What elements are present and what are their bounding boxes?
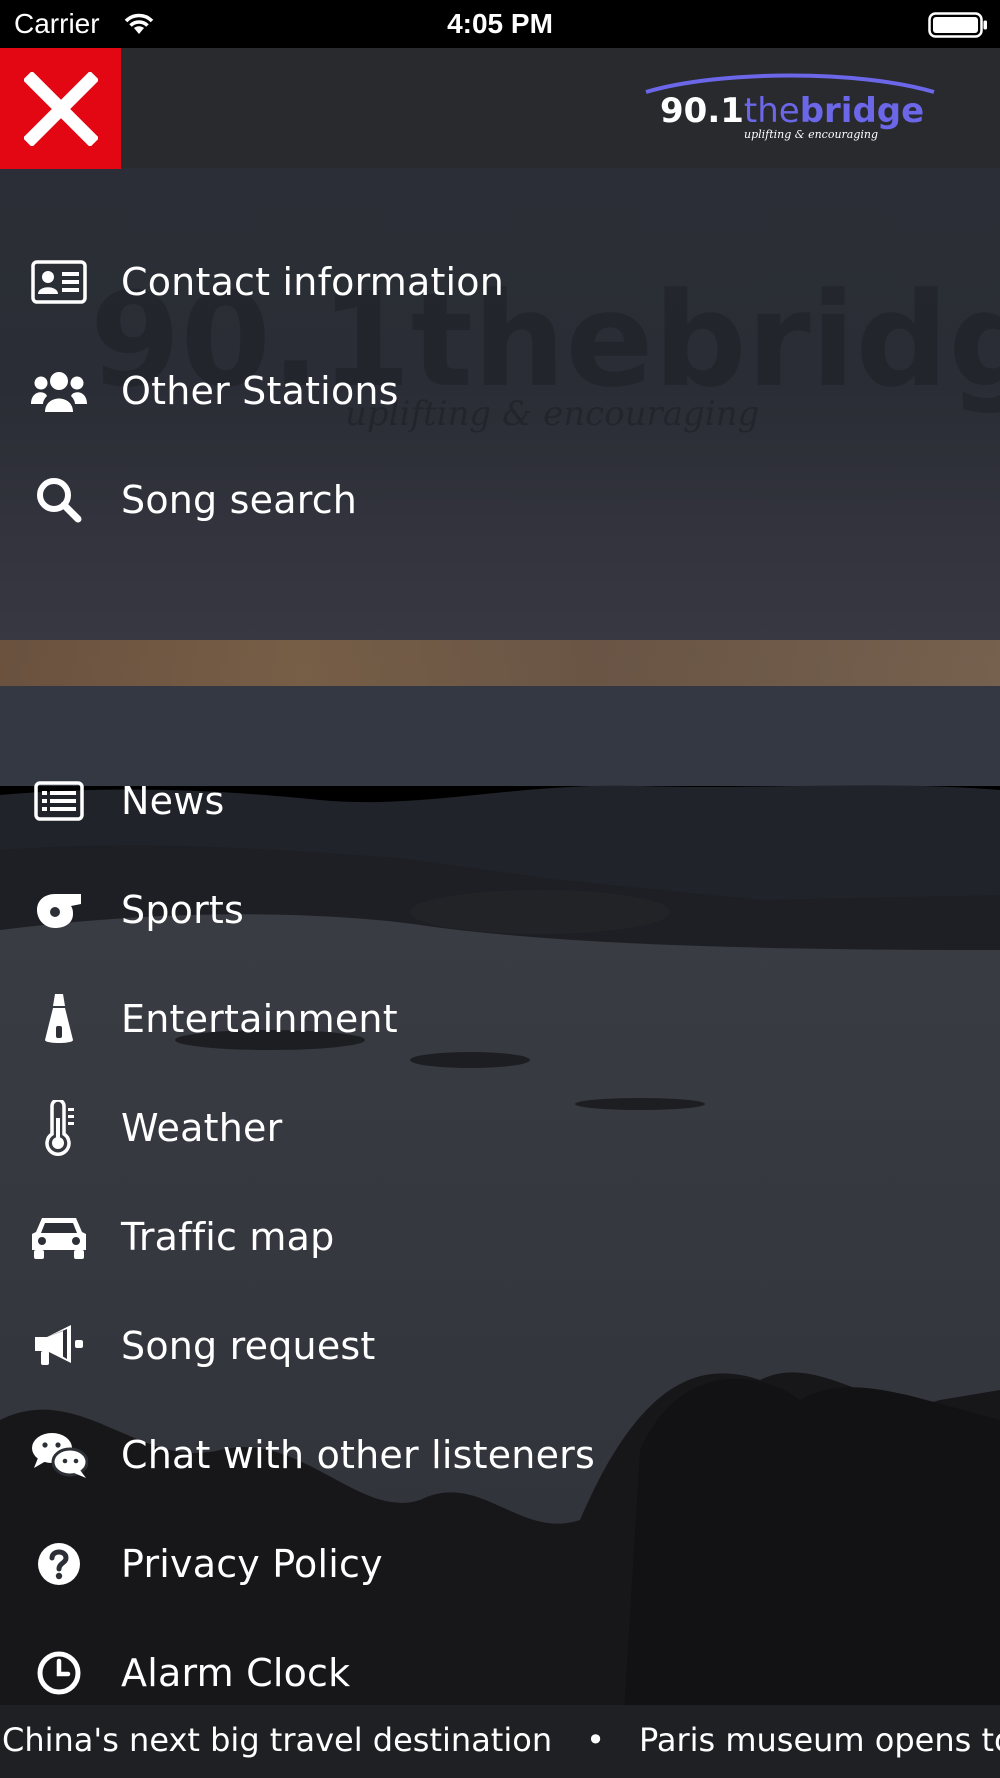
menu-label: Other Stations [121, 369, 399, 413]
status-time: 4:05 PM [447, 8, 553, 39]
menu-item-privacy-policy[interactable]: Privacy Policy [0, 1519, 700, 1609]
menu-label: Song search [121, 478, 358, 522]
chat-icon [30, 1426, 88, 1484]
close-icon [23, 71, 98, 146]
menu-label: Entertainment [121, 997, 398, 1041]
menu-item-entertainment[interactable]: Entertainment [0, 974, 700, 1064]
menu-item-song-search[interactable]: Song search [0, 455, 700, 545]
menu-item-chat[interactable]: Chat with other listeners [0, 1410, 700, 1500]
menu-label: Traffic map [121, 1215, 335, 1259]
ticker-separator: • [586, 1721, 605, 1759]
menu-label: Contact information [121, 260, 505, 304]
menu-item-sports[interactable]: Sports [0, 865, 700, 955]
megaphone-icon [30, 1317, 88, 1375]
news-ticker[interactable]: China's next big travel destination • Pari… [0, 1705, 1000, 1778]
whistle-icon [30, 881, 88, 939]
spotlight-icon [30, 990, 88, 1048]
users-icon [30, 362, 88, 420]
menu-label: Chat with other listeners [121, 1433, 595, 1477]
svg-text:uplifting & encouraging: uplifting & encouraging [744, 128, 878, 141]
svg-text:90.1thebridge: 90.1thebridge [660, 91, 924, 131]
search-icon [30, 471, 88, 529]
status-bar: Carrier 4:05 PM [0, 0, 1000, 48]
menu-item-contact-information[interactable]: Contact information [0, 237, 700, 327]
menu-label: Sports [121, 888, 245, 932]
ticker-item[interactable]: Paris museum opens to nu [639, 1721, 1000, 1759]
menu-item-traffic-map[interactable]: Traffic map [0, 1192, 700, 1282]
menu-item-song-request[interactable]: Song request [0, 1301, 700, 1391]
menu-label: Song request [121, 1324, 376, 1368]
clock-icon [30, 1644, 88, 1702]
menu-item-news[interactable]: News [0, 756, 700, 846]
battery-icon [928, 12, 987, 38]
station-logo: 90.1thebridge uplifting & encouraging [640, 70, 940, 150]
menu-item-other-stations[interactable]: Other Stations [0, 346, 700, 436]
question-icon [30, 1535, 88, 1593]
ticker-track: China's next big travel destination • Pari… [2, 1721, 1000, 1759]
menu-label: News [121, 779, 225, 823]
car-icon [30, 1208, 88, 1266]
menu-label: Alarm Clock [121, 1651, 351, 1695]
ticker-item[interactable]: China's next big travel destination [2, 1721, 552, 1759]
news-icon [30, 772, 88, 830]
menu-label: Privacy Policy [121, 1542, 383, 1586]
close-button[interactable] [0, 48, 121, 169]
menu-item-weather[interactable]: Weather [0, 1083, 700, 1173]
contact-card-icon [30, 253, 88, 311]
menu-label: Weather [121, 1106, 283, 1150]
thermometer-icon [30, 1099, 88, 1157]
